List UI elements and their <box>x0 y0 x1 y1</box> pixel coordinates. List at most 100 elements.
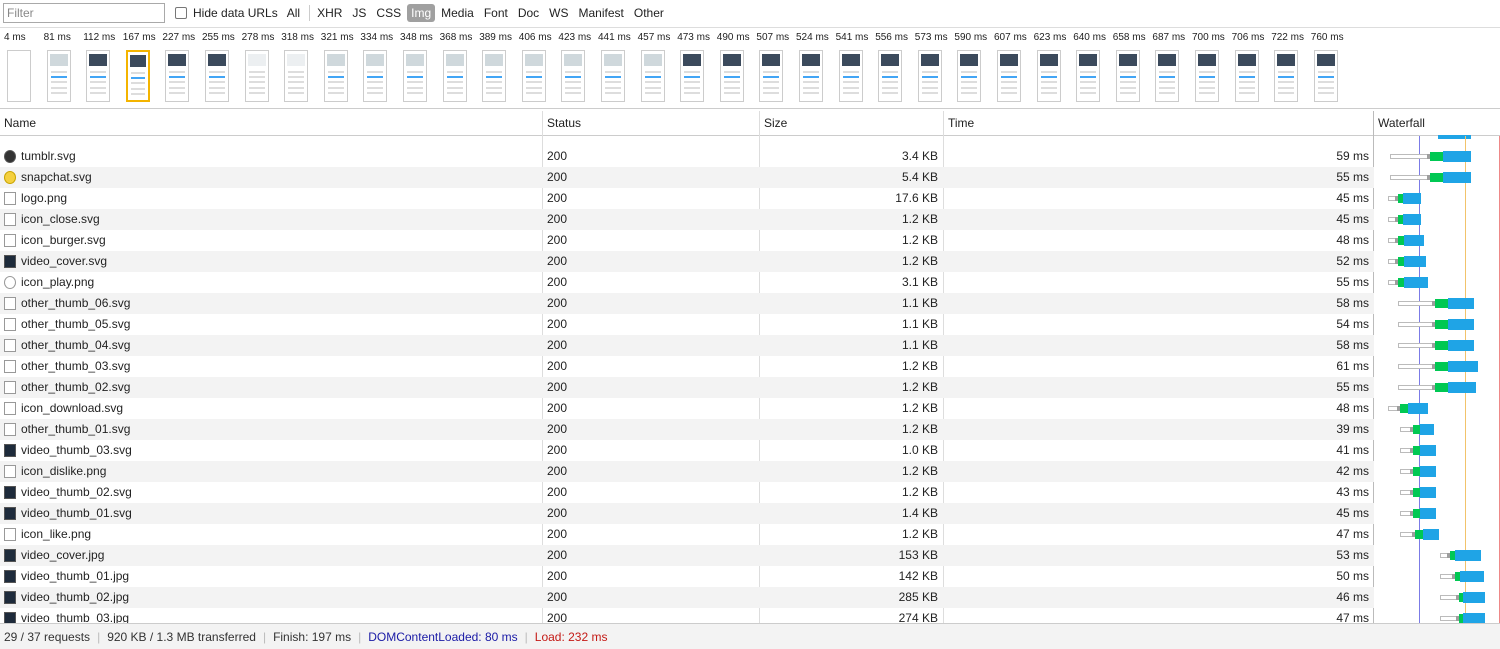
table-row[interactable]: icon_dislike.png 200 1.2 KB 42 ms <box>0 461 1374 482</box>
waterfall-row[interactable] <box>1375 566 1500 587</box>
waterfall-row[interactable] <box>1375 440 1500 461</box>
filter-type-css[interactable]: CSS <box>372 4 405 22</box>
filmstrip-frame[interactable]: 334 ms <box>360 28 400 108</box>
table-row[interactable]: snapchat.svg 200 5.4 KB 55 ms <box>0 167 1374 188</box>
table-row[interactable]: video_thumb_03.jpg 200 274 KB 47 ms <box>0 608 1374 623</box>
table-row[interactable]: other_thumb_06.svg 200 1.1 KB 58 ms <box>0 293 1374 314</box>
filmstrip-frame[interactable]: 278 ms <box>242 28 282 108</box>
waterfall-row[interactable] <box>1375 419 1500 440</box>
filmstrip-frame[interactable]: 658 ms <box>1113 28 1153 108</box>
column-header-size[interactable]: Size <box>760 111 787 136</box>
screenshot-line <box>1001 76 1017 78</box>
waterfall-row[interactable] <box>1375 251 1500 272</box>
table-row[interactable]: other_thumb_04.svg 200 1.1 KB 58 ms <box>0 335 1374 356</box>
filter-type-font[interactable]: Font <box>480 4 512 22</box>
filmstrip-frame[interactable]: 473 ms <box>677 28 717 108</box>
filmstrip-frame[interactable]: 112 ms <box>83 28 123 108</box>
table-row[interactable]: other_thumb_03.svg 200 1.2 KB 61 ms <box>0 356 1374 377</box>
filmstrip-frame[interactable]: 389 ms <box>479 28 519 108</box>
table-row[interactable]: video_thumb_02.jpg 200 285 KB 46 ms <box>0 587 1374 608</box>
table-row[interactable]: video_thumb_03.svg 200 1.0 KB 41 ms <box>0 440 1374 461</box>
table-row[interactable]: video_cover.svg 200 1.2 KB 52 ms <box>0 251 1374 272</box>
filmstrip-frame[interactable]: 590 ms <box>954 28 994 108</box>
filmstrip-frame[interactable]: 607 ms <box>994 28 1034 108</box>
filter-type-img[interactable]: Img <box>407 4 436 22</box>
filmstrip-frame[interactable]: 760 ms <box>1311 28 1351 108</box>
waterfall-row[interactable] <box>1375 503 1500 524</box>
table-row[interactable]: tumblr.svg 200 3.4 KB 59 ms <box>0 146 1374 167</box>
filmstrip-frame[interactable]: 700 ms <box>1192 28 1232 108</box>
filter-type-ws[interactable]: WS <box>545 4 572 22</box>
filter-type-doc[interactable]: Doc <box>514 4 543 22</box>
filmstrip-frame[interactable]: 507 ms <box>756 28 796 108</box>
table-row[interactable]: icon_close.svg 200 1.2 KB 45 ms <box>0 209 1374 230</box>
table-row[interactable]: icon_burger.svg 200 1.2 KB 48 ms <box>0 230 1374 251</box>
table-row[interactable]: other_thumb_01.svg 200 1.2 KB 39 ms <box>0 419 1374 440</box>
table-row[interactable]: other_thumb_02.svg 200 1.2 KB 55 ms <box>0 377 1374 398</box>
waterfall-row[interactable] <box>1375 272 1500 293</box>
waterfall-row[interactable] <box>1375 293 1500 314</box>
filter-type-js[interactable]: JS <box>348 4 370 22</box>
column-header-status[interactable]: Status <box>543 111 581 136</box>
table-row[interactable]: icon_play.png 200 3.1 KB 55 ms <box>0 272 1374 293</box>
filmstrip-frame[interactable]: 490 ms <box>717 28 757 108</box>
waterfall-row[interactable] <box>1375 524 1500 545</box>
filmstrip-frame[interactable]: 457 ms <box>638 28 678 108</box>
filmstrip-frame[interactable]: 541 ms <box>836 28 876 108</box>
filmstrip-frame[interactable]: 722 ms <box>1271 28 1311 108</box>
filmstrip-frame[interactable]: 255 ms <box>202 28 242 108</box>
hide-data-urls-toggle[interactable]: Hide data URLs <box>175 6 278 20</box>
table-row[interactable]: video_cover.jpg 200 153 KB 53 ms <box>0 545 1374 566</box>
filmstrip-frame[interactable]: 406 ms <box>519 28 559 108</box>
filter-type-media[interactable]: Media <box>437 4 478 22</box>
table-row[interactable]: icon_like.png 200 1.2 KB 47 ms <box>0 524 1374 545</box>
filmstrip-frame[interactable]: 321 ms <box>321 28 361 108</box>
screenshot-line <box>1317 81 1334 83</box>
waterfall-row[interactable] <box>1375 545 1500 566</box>
filmstrip-frame[interactable]: 227 ms <box>162 28 202 108</box>
waterfall-row[interactable] <box>1375 335 1500 356</box>
hide-data-urls-checkbox[interactable] <box>175 7 187 19</box>
filmstrip-frame[interactable]: 687 ms <box>1152 28 1192 108</box>
filmstrip-frame[interactable]: 167 ms <box>123 28 163 108</box>
waterfall-row[interactable] <box>1375 146 1500 167</box>
filter-input[interactable] <box>3 3 165 23</box>
waterfall-row[interactable] <box>1375 188 1500 209</box>
filter-type-all[interactable]: All <box>283 4 304 22</box>
filmstrip-frame[interactable]: 573 ms <box>915 28 955 108</box>
waterfall-row[interactable] <box>1375 398 1500 419</box>
filmstrip-frame[interactable]: 524 ms <box>796 28 836 108</box>
table-row[interactable]: icon_download.svg 200 1.2 KB 48 ms <box>0 398 1374 419</box>
filter-type-manifest[interactable]: Manifest <box>575 4 628 22</box>
table-row[interactable]: video_thumb_01.svg 200 1.4 KB 45 ms <box>0 503 1374 524</box>
filmstrip-frame[interactable]: 368 ms <box>440 28 480 108</box>
filmstrip-frame[interactable]: 441 ms <box>598 28 638 108</box>
waterfall-row[interactable] <box>1375 167 1500 188</box>
filmstrip-frame[interactable]: 640 ms <box>1073 28 1113 108</box>
waterfall-row[interactable] <box>1375 314 1500 335</box>
filmstrip-frame[interactable]: 706 ms <box>1232 28 1272 108</box>
waterfall-row[interactable] <box>1375 482 1500 503</box>
filmstrip-frame[interactable]: 4 ms <box>4 28 44 108</box>
table-row[interactable]: other_thumb_05.svg 200 1.1 KB 54 ms <box>0 314 1374 335</box>
waterfall-row[interactable] <box>1375 377 1500 398</box>
filmstrip-frame[interactable]: 556 ms <box>875 28 915 108</box>
column-header-waterfall[interactable]: Waterfall <box>1378 111 1425 136</box>
filter-type-other[interactable]: Other <box>630 4 668 22</box>
column-header-time[interactable]: Time <box>944 111 974 136</box>
filmstrip-frame[interactable]: 318 ms <box>281 28 321 108</box>
waterfall-row[interactable] <box>1375 209 1500 230</box>
waterfall-row[interactable] <box>1375 587 1500 608</box>
column-header-name[interactable]: Name <box>0 111 36 136</box>
table-row[interactable]: video_thumb_02.svg 200 1.2 KB 43 ms <box>0 482 1374 503</box>
filmstrip-frame[interactable]: 348 ms <box>400 28 440 108</box>
filter-type-xhr[interactable]: XHR <box>313 4 346 22</box>
filmstrip-frame[interactable]: 623 ms <box>1034 28 1074 108</box>
waterfall-row[interactable] <box>1375 230 1500 251</box>
table-row[interactable]: video_thumb_01.jpg 200 142 KB 50 ms <box>0 566 1374 587</box>
waterfall-row[interactable] <box>1375 356 1500 377</box>
filmstrip-frame[interactable]: 81 ms <box>44 28 84 108</box>
filmstrip-frame[interactable]: 423 ms <box>558 28 598 108</box>
table-row[interactable]: logo.png 200 17.6 KB 45 ms <box>0 188 1374 209</box>
waterfall-row[interactable] <box>1375 461 1500 482</box>
